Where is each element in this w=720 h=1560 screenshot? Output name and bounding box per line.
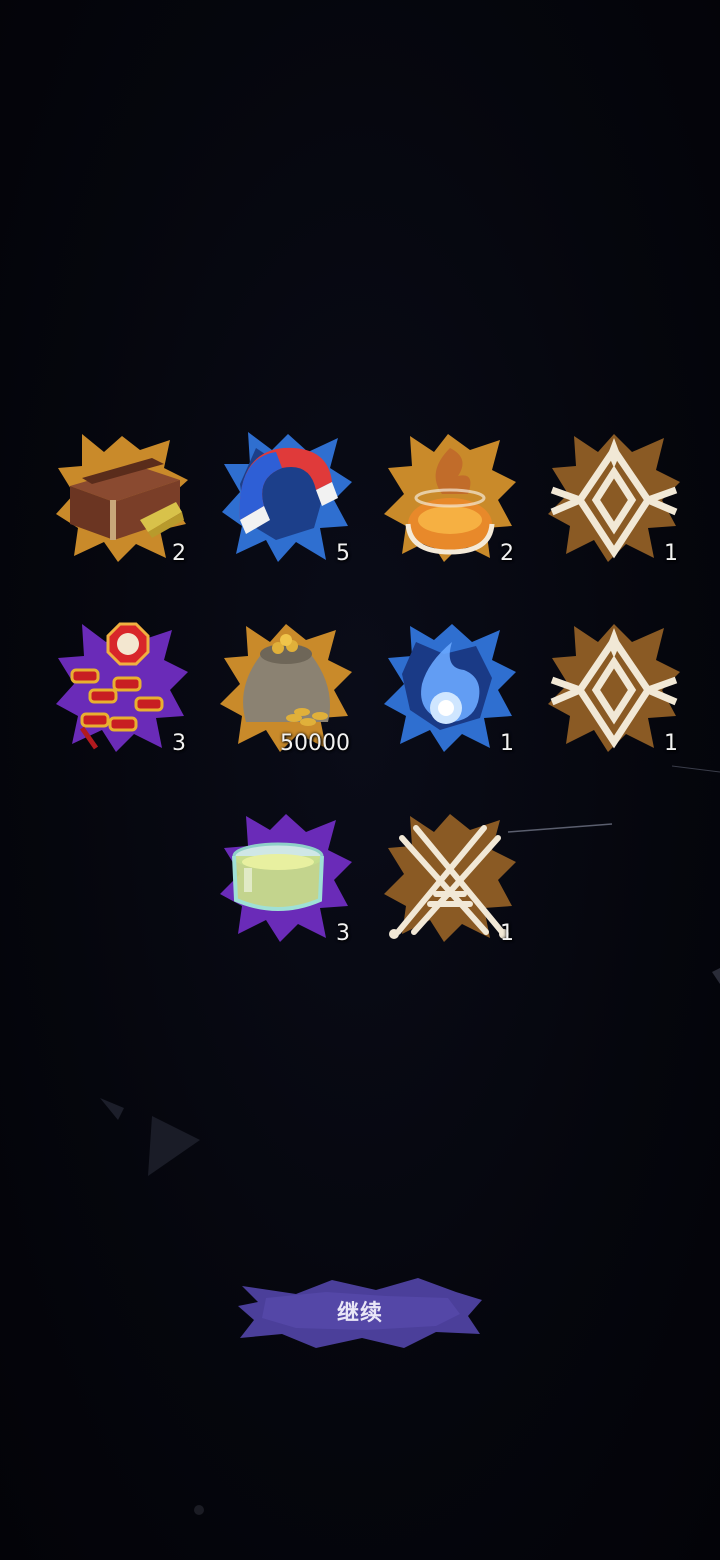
continue-button[interactable]: 继续 bbox=[236, 1276, 484, 1352]
reward-count: 1 bbox=[664, 731, 678, 756]
treasure-chest-icon bbox=[70, 458, 184, 540]
page-indicator-dot bbox=[194, 1505, 204, 1515]
magnet-icon bbox=[239, 447, 338, 534]
continue-button-label: 继续 bbox=[336, 1301, 383, 1326]
reward-count: 3 bbox=[336, 921, 350, 946]
glass-jar-icon bbox=[232, 842, 324, 911]
reward-slot-crossed-swords-emblem[interactable]: 1 bbox=[380, 808, 520, 948]
reward-slot-fire-orb-pot[interactable]: 2 bbox=[380, 428, 520, 568]
reward-slot-glass-jar[interactable]: 3 bbox=[216, 808, 356, 948]
reward-slot-firecrackers[interactable]: 3 bbox=[52, 618, 192, 758]
blue-spirit-flame-icon bbox=[421, 642, 480, 724]
firecrackers-icon bbox=[70, 622, 164, 750]
reward-count: 5 bbox=[336, 541, 350, 566]
fire-orb-pot-icon bbox=[405, 448, 495, 555]
reward-count: 2 bbox=[172, 541, 186, 566]
reward-count: 1 bbox=[500, 921, 514, 946]
reward-count: 1 bbox=[664, 541, 678, 566]
reward-slot-rune-emblem[interactable]: 1 bbox=[544, 618, 684, 758]
reward-count: 2 bbox=[500, 541, 514, 566]
reward-count: 1 bbox=[500, 731, 514, 756]
rune-emblem-icon bbox=[550, 628, 678, 749]
reward-count: 3 bbox=[172, 731, 186, 756]
reward-slot-blue-spirit-flame[interactable]: 1 bbox=[380, 618, 520, 758]
rune-emblem-icon bbox=[550, 438, 678, 559]
reward-slot-treasure-chest[interactable]: 2 bbox=[52, 428, 192, 568]
reward-screen: 2 5 2 1 3 50000 1 1 3 1 继续 bbox=[0, 0, 720, 1560]
reward-slot-magnet[interactable]: 5 bbox=[216, 428, 356, 568]
crossed-swords-emblem-icon bbox=[389, 825, 509, 939]
reward-slot-gold-coin-sack[interactable]: 50000 bbox=[216, 618, 356, 758]
reward-count: 50000 bbox=[280, 731, 350, 756]
reward-slot-rune-emblem[interactable]: 1 bbox=[544, 428, 684, 568]
